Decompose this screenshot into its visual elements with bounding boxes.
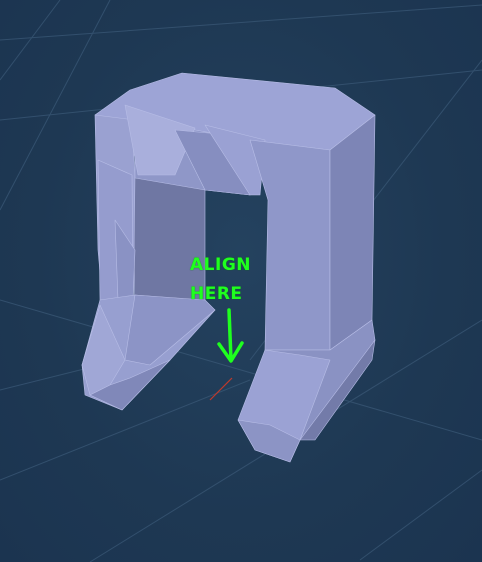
3d-viewport[interactable]: ALIGN HERE (0, 0, 482, 562)
annotation-line-1: ALIGN (190, 255, 251, 275)
align-here-annotation: ALIGN HERE (190, 251, 251, 309)
annotation-line-2: HERE (190, 284, 243, 304)
arrow-down-icon (217, 308, 244, 363)
